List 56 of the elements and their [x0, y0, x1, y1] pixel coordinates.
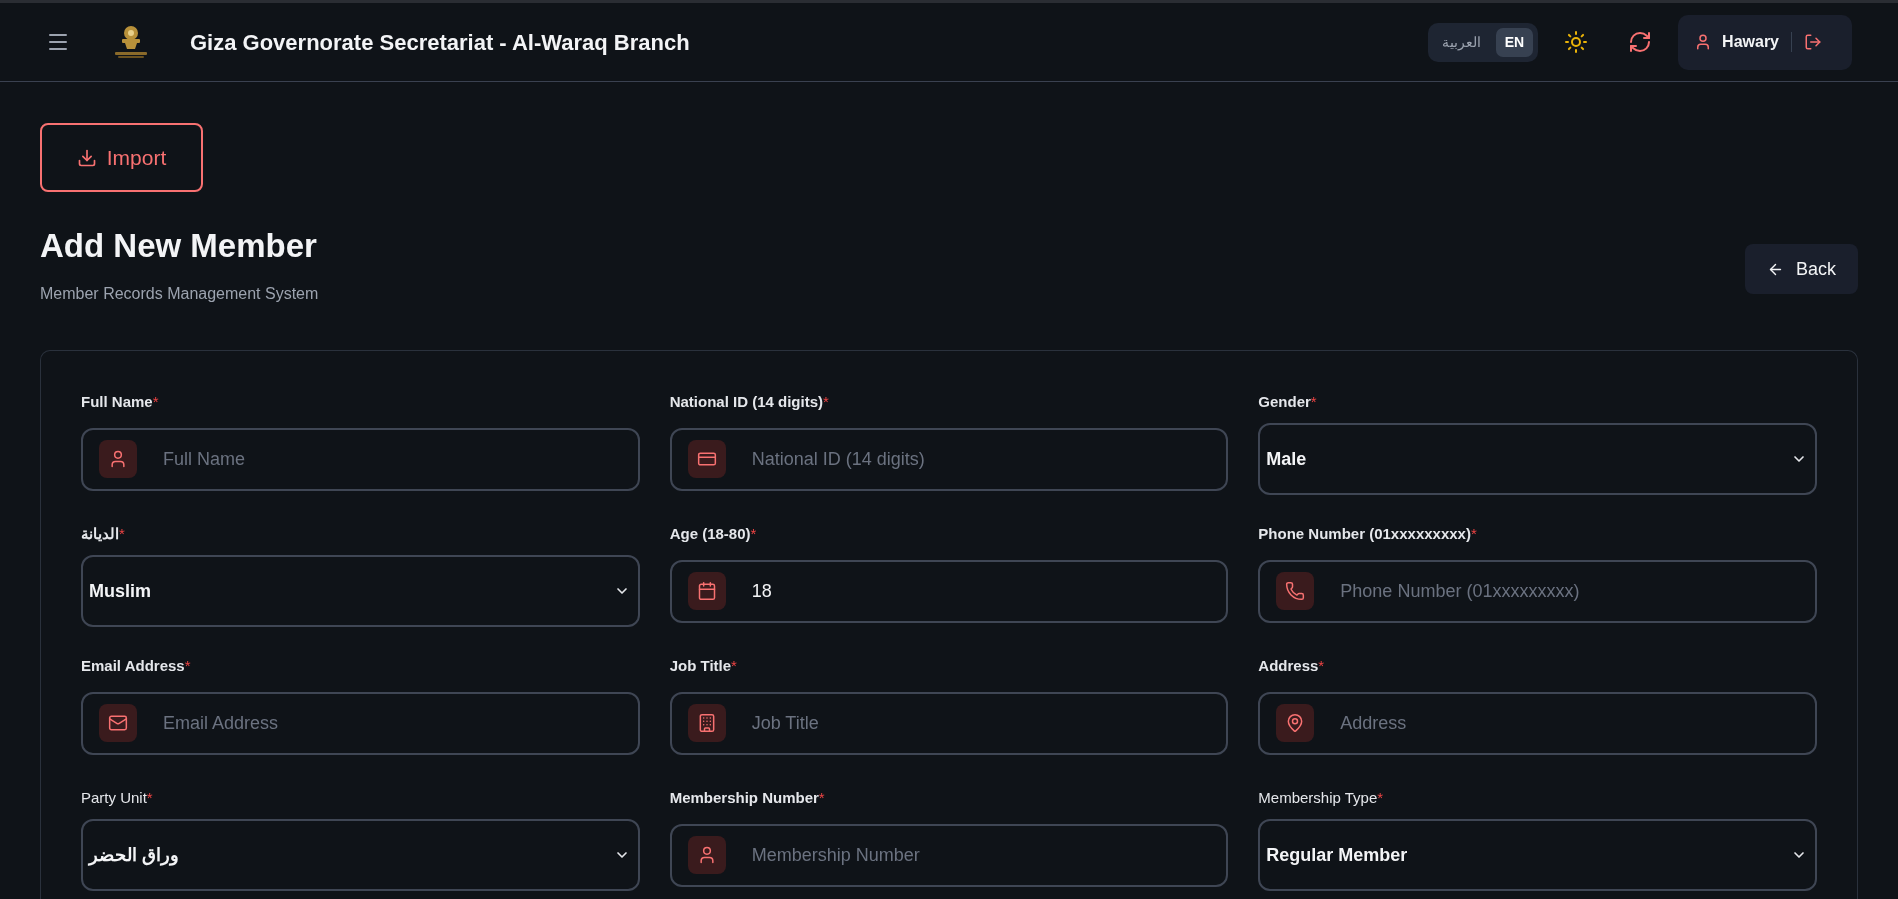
field-label: Membership Type [1258, 787, 1378, 808]
select-field[interactable]: Muslim [81, 555, 640, 627]
page-subtitle: Member Records Management System [40, 284, 319, 304]
refresh-icon[interactable] [1628, 30, 1653, 54]
language-option[interactable]: EN [1495, 27, 1534, 57]
select-field[interactable]: Regular Member [1258, 819, 1817, 891]
required-mark: * [750, 523, 757, 544]
required-mark: * [818, 787, 825, 808]
required-mark: * [1377, 787, 1384, 808]
field-label: Phone Number (01xxxxxxxxx) [1258, 523, 1471, 544]
required-mark: * [152, 391, 159, 412]
input-field[interactable]: 18 [669, 559, 1229, 623]
required-mark: * [1470, 523, 1477, 544]
language-option[interactable]: العربية [1432, 27, 1490, 57]
import-button[interactable]: Import [40, 123, 203, 192]
user-name: Hawary [1722, 32, 1779, 52]
app-title: Giza Governorate Secretariat - Al-Waraq Branch [190, 28, 690, 57]
required-mark: * [823, 391, 829, 412]
phone-icon [1276, 572, 1315, 610]
input-field[interactable]: Job Title [669, 691, 1229, 755]
field-label: Party Unit [81, 787, 147, 808]
input-field[interactable]: Membership Number [669, 823, 1229, 887]
field-label: Age (18-80) [669, 523, 751, 544]
field-label: Address [1258, 655, 1319, 676]
input-field[interactable]: Full Name [81, 427, 640, 491]
back-button[interactable]: Back [1744, 244, 1858, 294]
field-label: الديانة [81, 523, 119, 544]
required-mark: * [119, 523, 125, 544]
field-label: Full Name [81, 391, 153, 412]
logout-icon[interactable] [1804, 33, 1822, 51]
input-field[interactable]: Email Address [81, 691, 640, 755]
download-icon [76, 147, 97, 168]
envelope-icon [99, 704, 137, 742]
required-mark: * [1318, 655, 1325, 676]
required-mark: * [146, 787, 153, 808]
input-field[interactable]: Address [1258, 691, 1817, 755]
field-label: National ID (14 digits) [669, 391, 823, 412]
field-label: Membership Number [669, 787, 819, 808]
field-label: Job Title [669, 655, 732, 676]
sun-icon[interactable] [1564, 30, 1589, 54]
map-pin-icon [1276, 704, 1315, 742]
required-mark: * [1310, 391, 1317, 412]
card-icon [687, 440, 726, 478]
input-field[interactable]: National ID (14 digits) [669, 427, 1229, 491]
field-label: Email Address [81, 655, 185, 676]
field-label: Gender [1258, 391, 1311, 412]
select-field[interactable]: وراق الحضر [81, 819, 640, 891]
calendar-icon [687, 572, 726, 610]
required-mark: * [184, 655, 191, 676]
select-field[interactable]: Male [1258, 423, 1817, 495]
building-icon [687, 704, 726, 742]
person-icon [99, 440, 137, 478]
page-title: Add New Member [40, 226, 318, 266]
required-mark: * [731, 655, 737, 676]
input-field[interactable]: Phone Number (01xxxxxxxxx) [1258, 559, 1817, 623]
person-icon [687, 836, 726, 874]
